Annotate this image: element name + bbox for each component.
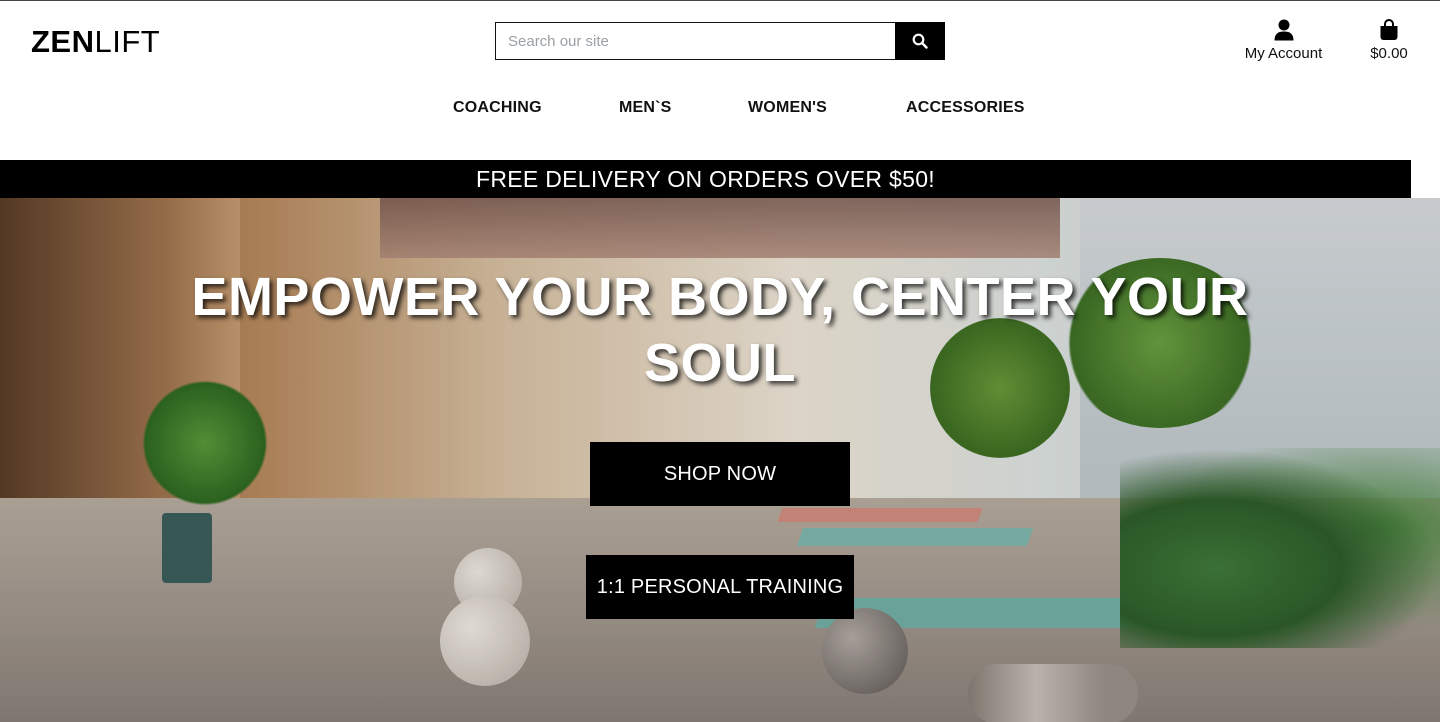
user-icon	[1274, 19, 1293, 41]
personal-training-button[interactable]: 1:1 PERSONAL TRAINING	[586, 555, 854, 619]
nav-item-womens[interactable]: WOMEN'S	[748, 99, 827, 117]
my-account-label: My Account	[1244, 45, 1323, 62]
logo-light-text: LIFT	[94, 24, 161, 59]
site-header: ZENLIFT My Account $0.00 COACHING MEN`S …	[0, 1, 1440, 160]
search-input[interactable]	[495, 22, 895, 60]
logo-bold-text: ZEN	[31, 24, 95, 59]
main-nav: COACHING MEN`S WOMEN'S ACCESSORIES	[0, 99, 1440, 121]
cart-total: $0.00	[1370, 45, 1408, 62]
hero-headline: EMPOWER YOUR BODY, CENTER YOUR SOUL	[191, 267, 1249, 393]
shop-now-button[interactable]: SHOP NOW	[590, 442, 850, 506]
my-account-link[interactable]: My Account	[1236, 19, 1331, 62]
search-button[interactable]	[895, 22, 945, 60]
site-logo[interactable]: ZENLIFT	[31, 25, 160, 59]
nav-item-coaching[interactable]: COACHING	[453, 99, 542, 117]
shopping-bag-icon	[1380, 19, 1398, 40]
nav-item-accessories[interactable]: ACCESSORIES	[906, 99, 1025, 117]
search-icon	[912, 33, 928, 49]
promo-banner-text: FREE DELIVERY ON ORDERS OVER $50!	[476, 165, 935, 192]
search-form	[495, 22, 945, 60]
cart-link[interactable]: $0.00	[1362, 19, 1416, 62]
hero-section: EMPOWER YOUR BODY, CENTER YOUR SOUL SHOP…	[0, 198, 1440, 722]
nav-item-mens[interactable]: MEN`S	[619, 99, 672, 117]
promo-banner: FREE DELIVERY ON ORDERS OVER $50!	[0, 160, 1411, 198]
